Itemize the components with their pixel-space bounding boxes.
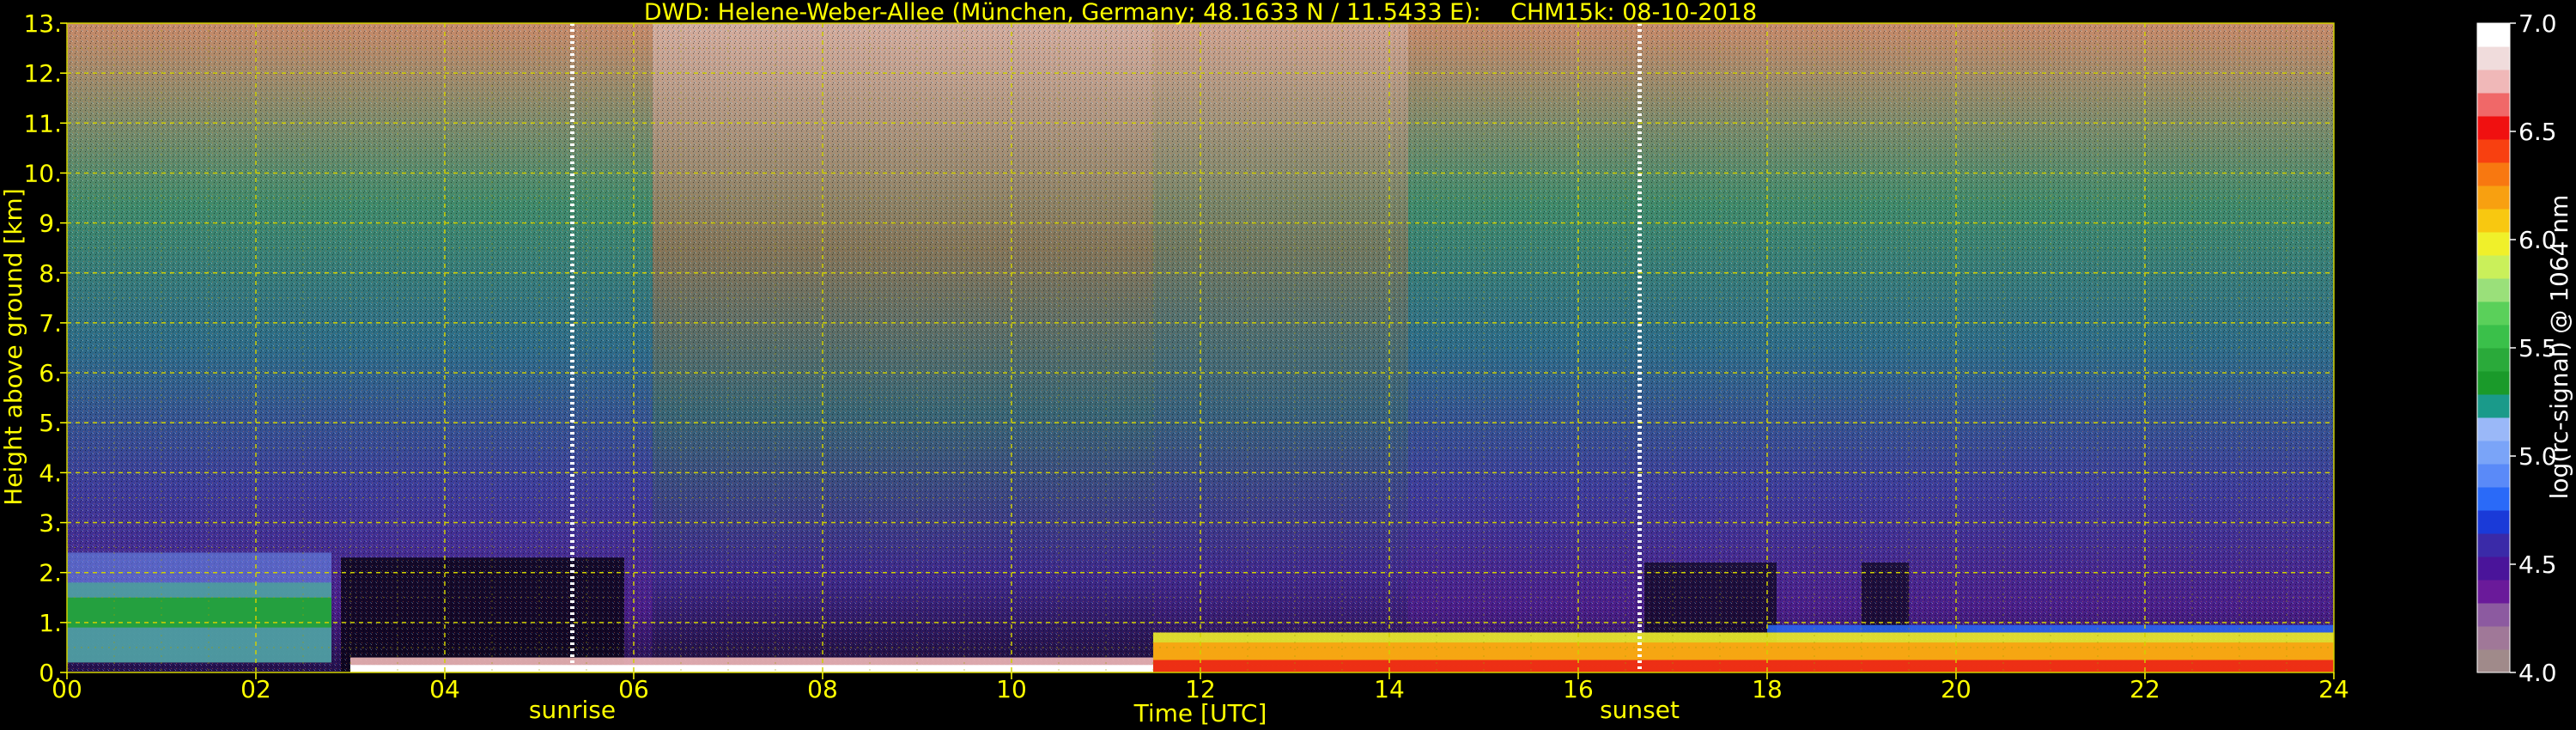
colorbar [2476,22,2511,673]
y-tick-1: 1. [39,609,62,637]
y-tick-8: 8. [39,259,62,288]
y-tick-2: 2. [39,559,62,587]
y-tick-9: 9. [39,210,62,238]
colorbar-swatch-15 [2477,301,2510,325]
y-tick-4: 4. [39,459,62,487]
bl-line [350,665,1153,672]
sunrise-label: sunrise [529,696,616,724]
x-tick-04: 04 [429,675,460,703]
colorbar-swatch-5 [2477,533,2510,557]
colorbar-swatch-12 [2477,371,2510,395]
colorbar-swatch-14 [2477,325,2510,349]
colorbar-swatch-0 [2477,649,2510,673]
y-axis-label: Height above ground [km] [0,188,27,506]
x-tick-24: 24 [2318,675,2349,703]
colorbar-swatch-13 [2477,348,2510,372]
x-tick-16: 16 [1563,675,1594,703]
x-tick-22: 22 [2129,675,2160,703]
y-tick-10: 10. [23,159,62,187]
colorbar-swatch-18 [2477,232,2510,256]
colorbar-swatch-26 [2477,46,2510,70]
x-axis-label: Time [UTC] [1133,699,1267,727]
colorbar-swatch-22 [2477,139,2510,163]
y-tick-12: 12. [23,59,62,88]
y-tick-5: 5. [39,409,62,437]
x-tick-18: 18 [1752,675,1783,703]
bl-orange [1153,642,2334,660]
y-tick-13: 13. [23,9,62,38]
x-tick-08: 08 [807,675,838,703]
cb-tick-4.0: 4.0 [2518,659,2557,687]
colorbar-label: log(rc-signal) @ 1064 nm [2545,195,2573,500]
cb-tick-7.0: 7.0 [2518,9,2557,38]
sunset-label: sunset [1600,696,1680,724]
colorbar-swatch-6 [2477,510,2510,534]
colorbar-swatch-8 [2477,464,2510,488]
colorbar-swatch-10 [2477,417,2510,441]
colorbar-swatch-20 [2477,186,2510,210]
y-tick-0: 0. [39,659,62,687]
lidar-chart: DWD: Helene-Weber-Allee (München, German… [0,0,2573,727]
colorbar-swatch-19 [2477,209,2510,233]
colorbar-swatch-16 [2477,278,2510,302]
x-tick-14: 14 [1374,675,1405,703]
colorbar-swatch-7 [2477,487,2510,511]
colorbar-swatch-2 [2477,603,2510,627]
y-tick-labels: 0. 1. 2. 3. 4. 5. 6. 7. 8. 9. 10. 11. 12. 13. [23,9,67,687]
colorbar-swatch-17 [2477,255,2510,279]
cb-tick-6.5: 6.5 [2518,118,2557,146]
colorbar-swatch-24 [2477,93,2510,117]
x-tick-06: 06 [618,675,649,703]
bl-red [1153,660,2334,672]
y-tick-3: 3. [39,509,62,538]
colorbar-swatch-27 [2477,23,2510,47]
cb-tick-4.5: 4.5 [2518,551,2557,579]
colorbar-swatch-1 [2477,626,2510,650]
colorbar-swatch-23 [2477,116,2510,140]
x-tick-20: 20 [1941,675,1971,703]
colorbar-swatch-9 [2477,441,2510,465]
chart-title: DWD: Helene-Weber-Allee (München, German… [644,0,1757,26]
x-tick-10: 10 [996,675,1027,703]
colorbar-swatch-11 [2477,394,2510,418]
y-tick-6: 6. [39,359,62,387]
colorbar-swatch-25 [2477,70,2510,94]
x-tick-02: 02 [240,675,271,703]
colorbar-swatch-3 [2477,580,2510,604]
y-tick-7: 7. [39,309,62,338]
colorbar-swatch-21 [2477,162,2510,186]
colorbar-swatch-4 [2477,557,2510,581]
y-tick-11: 11. [23,109,62,137]
